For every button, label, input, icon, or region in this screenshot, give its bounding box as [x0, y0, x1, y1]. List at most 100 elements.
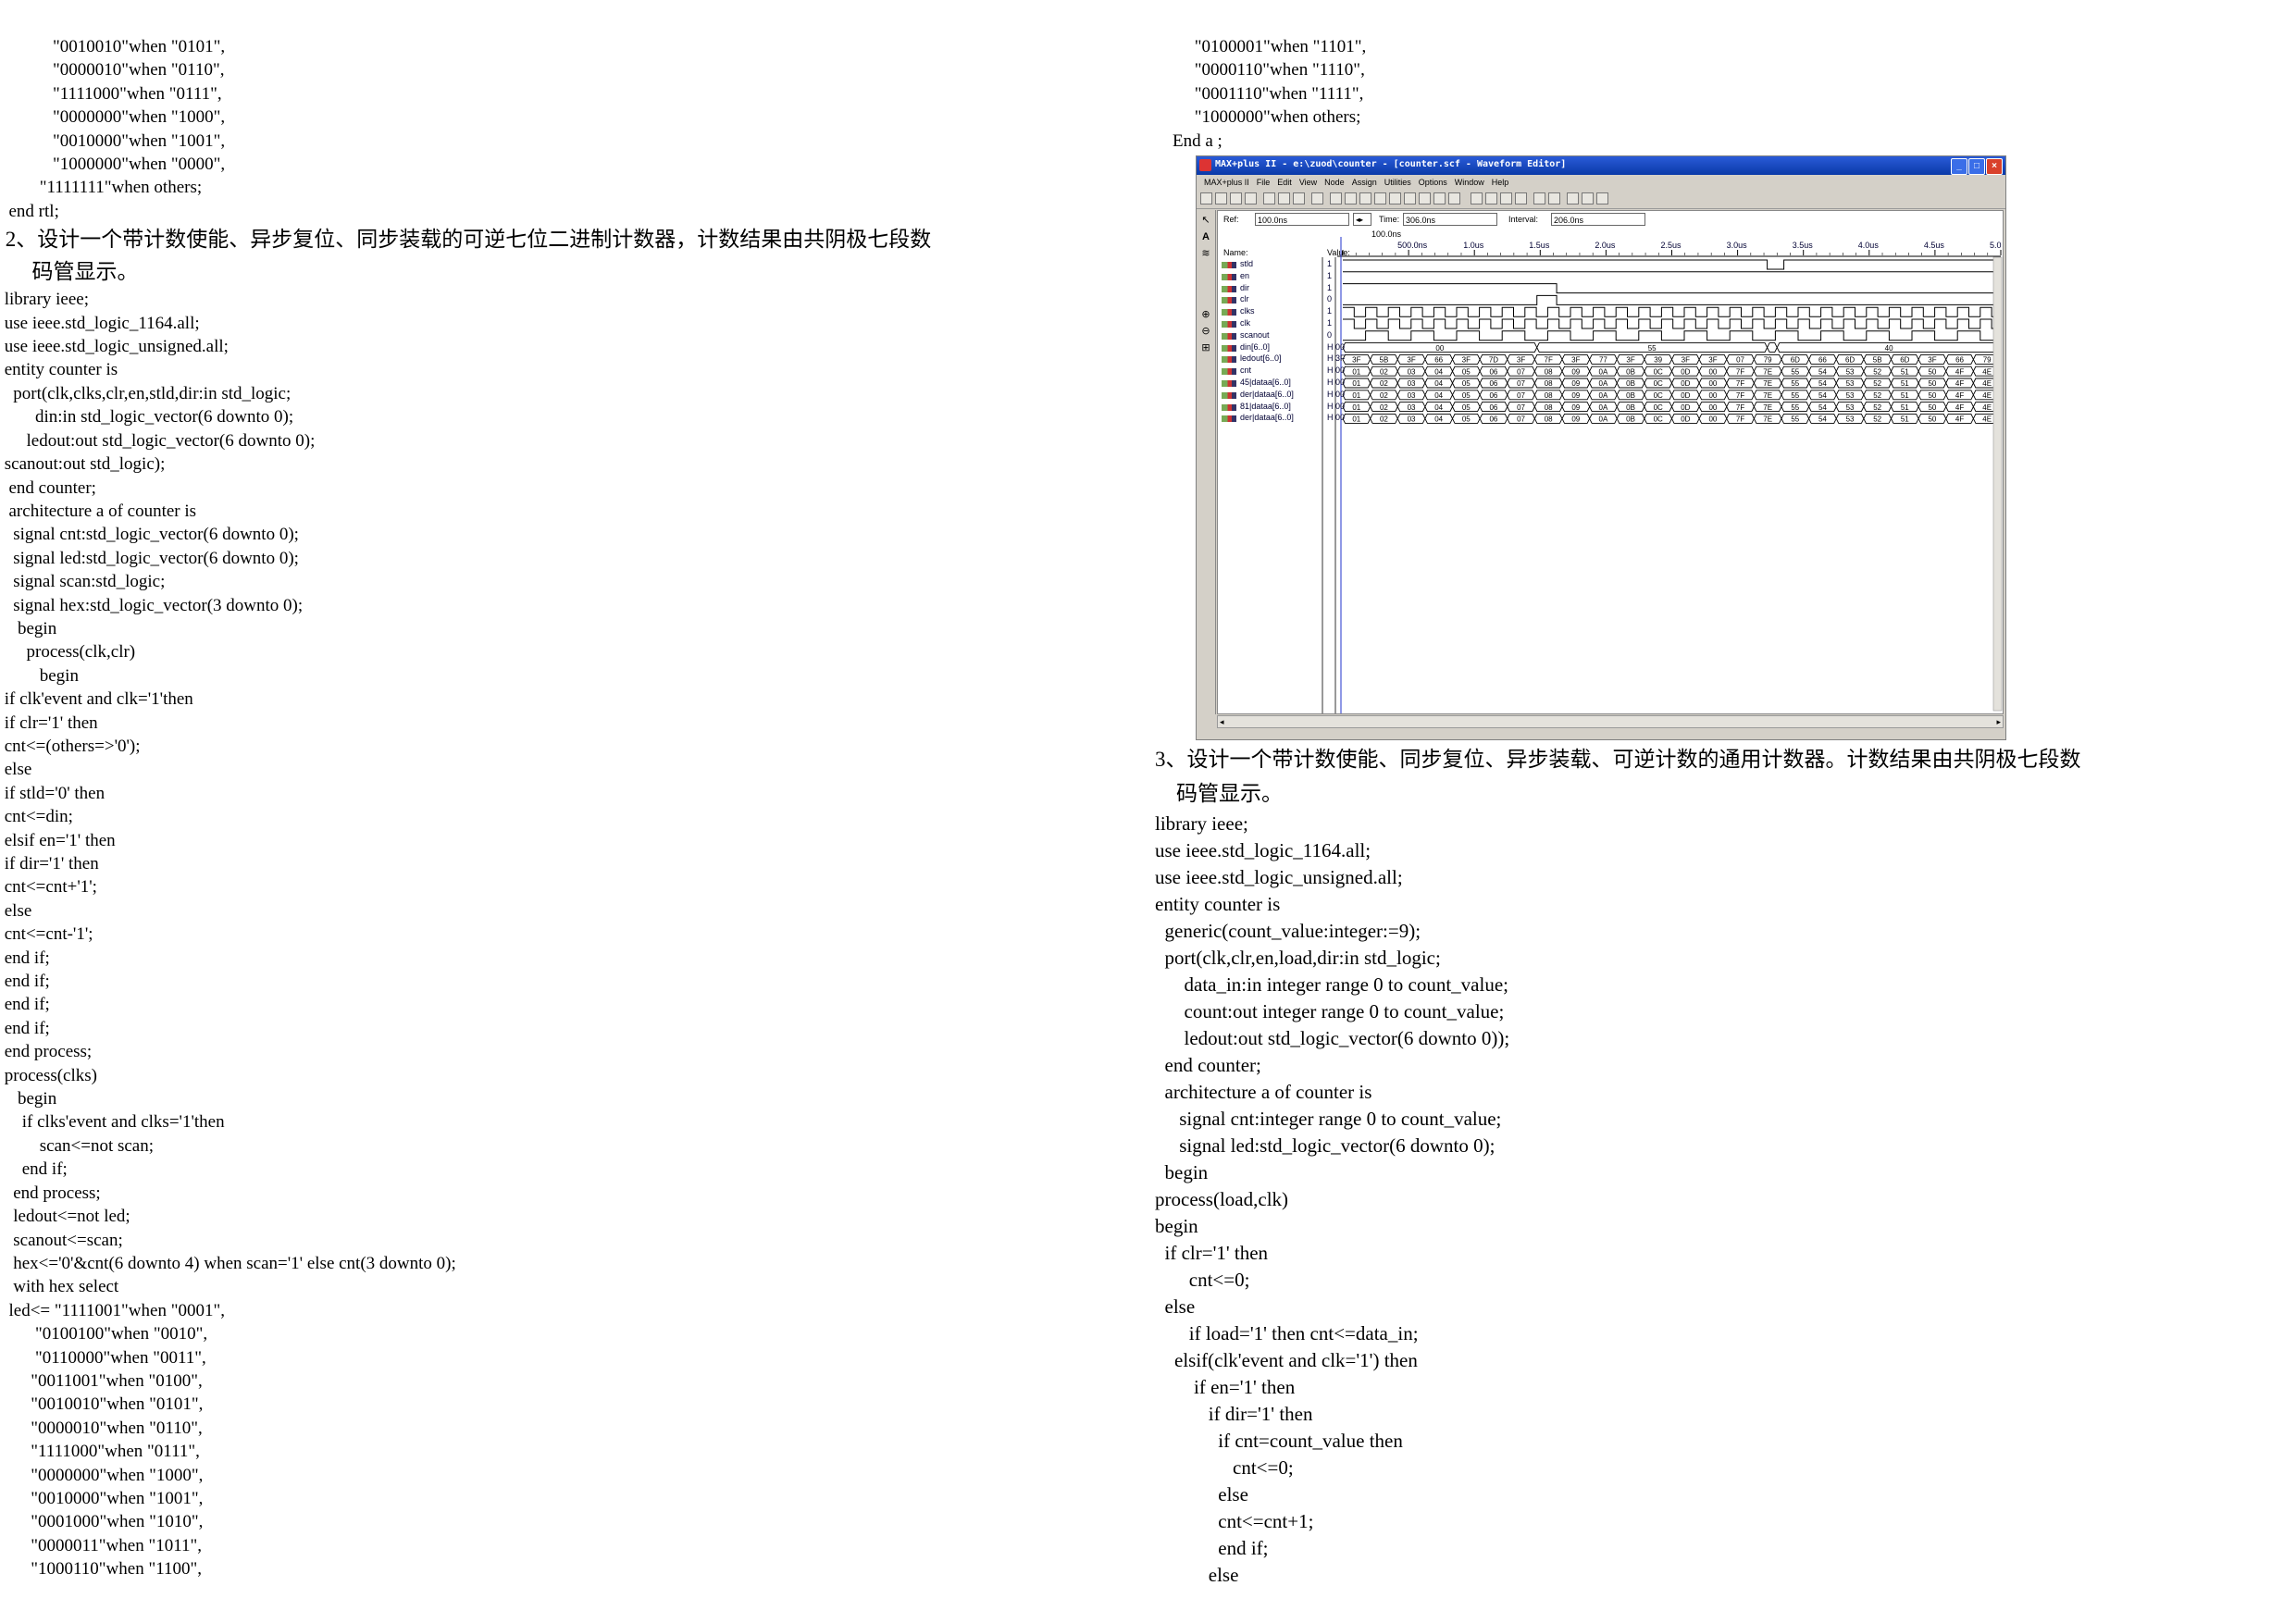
- menu-item[interactable]: Window: [1455, 175, 1484, 190]
- close-icon[interactable]: ×: [1986, 158, 2003, 175]
- new-file-icon[interactable]: [1200, 192, 1212, 204]
- bus-value-label: 4F: [1955, 403, 1964, 412]
- compile-icon[interactable]: [1471, 192, 1483, 204]
- cut-icon[interactable]: [1263, 192, 1275, 204]
- bus-value-label: 00: [1708, 379, 1717, 388]
- programmer-icon[interactable]: [1419, 192, 1431, 204]
- scroll-left-icon[interactable]: ◂: [1220, 717, 1224, 727]
- project-check-icon[interactable]: [1448, 192, 1460, 204]
- bus-value-label: 51: [1901, 415, 1909, 424]
- menu-item[interactable]: Help: [1492, 175, 1509, 190]
- bus-value-label: 4E: [1982, 415, 1992, 424]
- code-line: count:out integer range 0 to count_value…: [1155, 1000, 1505, 1022]
- code-line: cnt<=din;: [0, 807, 73, 827]
- signal-value: H 3F: [1327, 353, 1346, 364]
- minimize-icon[interactable]: _: [1951, 158, 1967, 175]
- zoom-out-icon[interactable]: ⊖: [1199, 325, 1212, 338]
- bus-value-label: 0A: [1599, 367, 1608, 376]
- simulate-icon[interactable]: [1485, 192, 1497, 204]
- code-line: "1111000"when "0111",: [0, 1442, 200, 1462]
- ruler-label: 4.5us: [1924, 241, 1945, 250]
- bus-node-icon: [1222, 415, 1236, 423]
- signal-name: der|dataa[6..0]: [1240, 413, 1294, 423]
- project-save-icon[interactable]: [1433, 192, 1446, 204]
- code-line: entity counter is: [0, 360, 118, 380]
- menu-item[interactable]: Assign: [1352, 175, 1377, 190]
- program-icon[interactable]: [1515, 192, 1527, 204]
- code-line: ledout<=not led;: [0, 1207, 130, 1227]
- code-line: if dir='1' then: [0, 854, 99, 873]
- menu-item[interactable]: View: [1299, 175, 1317, 190]
- zoom-in-icon[interactable]: ⊕: [1199, 308, 1212, 321]
- menu-item[interactable]: MAX+plus II: [1204, 175, 1249, 190]
- print-icon[interactable]: [1245, 192, 1257, 204]
- code-line: "0110000"when "0011",: [0, 1347, 206, 1368]
- bus-value-label: 52: [1873, 403, 1881, 412]
- maximize-icon[interactable]: □: [1968, 158, 1985, 175]
- signal-value: H 00: [1327, 378, 1346, 387]
- snap-icon[interactable]: [1582, 192, 1594, 204]
- grid-icon[interactable]: [1567, 192, 1579, 204]
- horizontal-scrollbar[interactable]: ◂ ▸: [1217, 715, 2004, 728]
- bus-value-label: 50: [1928, 391, 1936, 400]
- simulator-icon[interactable]: [1389, 192, 1401, 204]
- code-line: "0010010"when "0101",: [0, 1394, 204, 1415]
- stop-icon[interactable]: [1533, 192, 1545, 204]
- pause-icon[interactable]: [1548, 192, 1560, 204]
- bus-value-label: 7F: [1736, 403, 1744, 412]
- code-line: ledout:out std_logic_vector(6 downto 0))…: [1155, 1027, 1510, 1049]
- code-line: "1000110"when "1100",: [0, 1559, 203, 1580]
- scroll-right-icon[interactable]: ▸: [1996, 717, 2001, 727]
- bus-value-label: 40: [1885, 344, 1893, 353]
- bus-value-label: 7E: [1763, 403, 1772, 412]
- floorplan-icon[interactable]: [1359, 192, 1371, 204]
- bus-value-label: 0C: [1654, 367, 1663, 376]
- help-icon[interactable]: [1330, 192, 1342, 204]
- bus-value-label: 4F: [1955, 391, 1964, 400]
- undo-icon[interactable]: [1311, 192, 1323, 204]
- code-line: library ieee;: [1155, 812, 1248, 835]
- bus-value-label: 7E: [1763, 391, 1772, 400]
- waveform-tool-icon[interactable]: ≋: [1199, 247, 1212, 260]
- bus-value-label: 05: [1462, 379, 1471, 388]
- menu-item[interactable]: Edit: [1277, 175, 1292, 190]
- zoom-icon[interactable]: [1596, 192, 1608, 204]
- bus-value-label: 0C: [1654, 379, 1663, 388]
- menu-item[interactable]: Utilities: [1384, 175, 1411, 190]
- bus-value-label: 04: [1434, 415, 1443, 424]
- bus-value-label: 0A: [1599, 403, 1608, 412]
- code-line: if clr='1' then: [0, 712, 98, 733]
- menu-item[interactable]: Node: [1324, 175, 1345, 190]
- bus-value-label: 50: [1928, 367, 1936, 376]
- bus-value-label: 07: [1517, 403, 1525, 412]
- compiler-icon[interactable]: [1374, 192, 1386, 204]
- signal-value: 0: [1327, 294, 1333, 304]
- bus-value-label: 06: [1489, 403, 1497, 412]
- code-line: process(clks): [0, 1065, 97, 1085]
- menu-item[interactable]: File: [1257, 175, 1271, 190]
- text-tool-icon[interactable]: A: [1199, 230, 1212, 243]
- open-file-icon[interactable]: [1215, 192, 1227, 204]
- bus-value-label: 3F: [1571, 356, 1580, 365]
- save-icon[interactable]: [1230, 192, 1242, 204]
- code-line: "0100001"when "1101",: [1155, 37, 1367, 56]
- bus-value-label: 4F: [1955, 367, 1964, 376]
- code-line: "0000000"when "1000",: [0, 1465, 204, 1485]
- menu-item[interactable]: Options: [1419, 175, 1447, 190]
- code-line: process(load,clk): [1155, 1188, 1289, 1210]
- timing-icon[interactable]: [1404, 192, 1416, 204]
- bus-value-label: 02: [1380, 391, 1388, 400]
- fit-window-icon[interactable]: ⊞: [1199, 341, 1212, 354]
- code-line: if cnt=count_value then: [1155, 1430, 1403, 1452]
- copy-icon[interactable]: [1278, 192, 1290, 204]
- paste-icon[interactable]: [1293, 192, 1305, 204]
- input-pin-icon: [1222, 332, 1236, 340]
- bus-value-label: 7F: [1736, 379, 1744, 388]
- code-line: "0000110"when "1110",: [1155, 60, 1365, 81]
- bus-value-label: 54: [1818, 379, 1827, 388]
- signal-name: der|dataa[6..0]: [1240, 389, 1294, 399]
- section-2-heading: 2、设计一个带计数使能、异步复位、同步装载的可逆七位二进制计数器，计数结果由共阴…: [0, 223, 1148, 288]
- pointer-tool-icon[interactable]: ↖: [1199, 214, 1212, 227]
- hierarchy-icon[interactable]: [1345, 192, 1357, 204]
- analyze-icon[interactable]: [1500, 192, 1512, 204]
